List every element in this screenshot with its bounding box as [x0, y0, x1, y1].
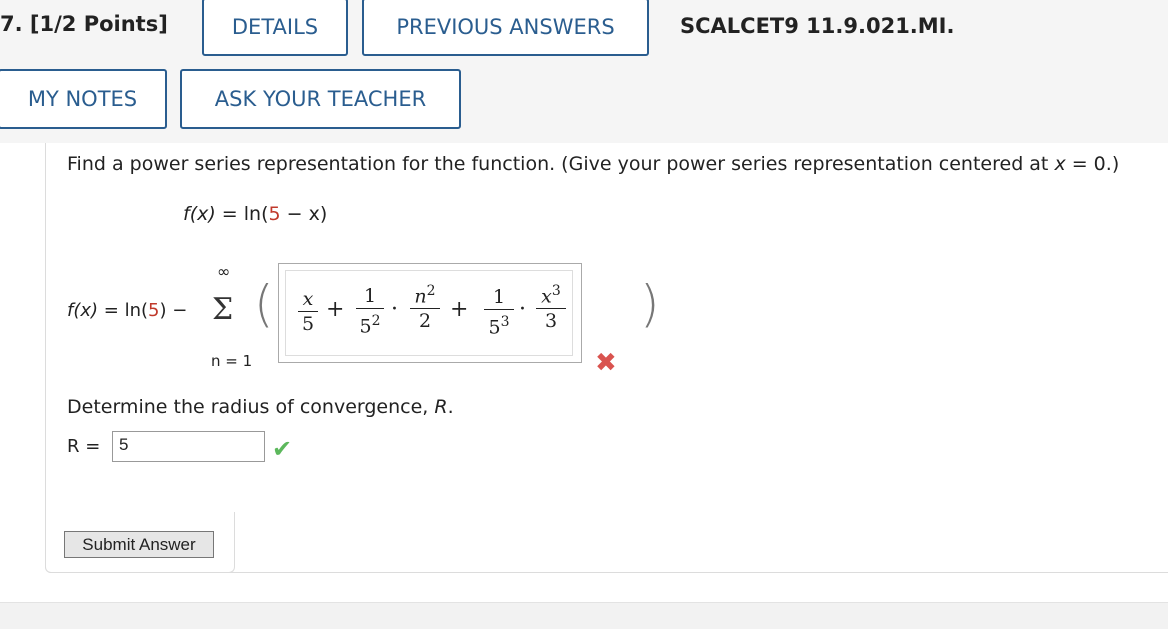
problem-code: SCALCET9 11.9.021.MI.	[680, 14, 955, 38]
radius-prompt: Determine the radius of convergence, R.	[67, 396, 454, 418]
term3-den-base: 5	[488, 316, 501, 339]
previous-answers-button[interactable]: PREVIOUS ANSWERS	[362, 0, 649, 56]
function-tail: − x)	[280, 203, 328, 225]
term1-fraction: x 5	[298, 288, 318, 335]
term2-den-exp: 2	[371, 313, 381, 329]
term2b-den: 2	[418, 310, 432, 333]
series-const: 5	[148, 300, 160, 321]
right-paren: )	[640, 275, 660, 333]
plus-sign: +	[326, 297, 345, 322]
term3b-num: x3	[536, 280, 566, 307]
checkmark-icon: ✔	[272, 435, 293, 463]
term2-fraction: 1 52	[356, 285, 384, 337]
question-prompt: Find a power series representation for t…	[67, 153, 1119, 175]
question-header: 7. [1/2 Points] DETAILS PREVIOUS ANSWERS…	[0, 0, 1168, 143]
plus-sign: +	[450, 297, 469, 322]
series-tail: ) −	[159, 300, 188, 321]
fraction-bar	[356, 308, 384, 309]
function-const: 5	[268, 203, 281, 225]
term2b-num-base: n	[414, 285, 427, 308]
series-lhs-f: f(x)	[67, 300, 99, 321]
term1-den: 5	[301, 313, 315, 335]
sum-lower-limit: n = 1	[211, 352, 253, 370]
term3-den-exp: 3	[500, 314, 510, 330]
radius-label: R =	[67, 436, 101, 457]
term3-fraction: 1 53	[484, 286, 514, 338]
submit-answer-button[interactable]: Submit Answer	[64, 531, 214, 558]
function-eq: = ln(	[215, 203, 269, 225]
dot-sign: ·	[391, 297, 398, 322]
ask-teacher-button[interactable]: ASK YOUR TEACHER	[180, 69, 461, 129]
function-definition: f(x) = ln(5 − x)	[183, 203, 327, 225]
series-eq: = ln(	[98, 300, 149, 321]
term2-den: 52	[356, 310, 384, 337]
term2-num: 1	[363, 285, 377, 307]
term2-den-base: 5	[359, 315, 372, 338]
radius-prompt-text: Determine the radius of convergence,	[67, 396, 435, 418]
my-notes-button[interactable]: MY NOTES	[0, 69, 167, 129]
footer-bar	[0, 602, 1168, 629]
prompt-text-pre: Find a power series representation for t…	[67, 153, 1055, 175]
question-number: 7. [1/2 Points]	[0, 12, 168, 36]
series-lhs: f(x) = ln(5) −	[67, 300, 187, 321]
fraction-bar	[298, 311, 318, 312]
sigma-icon: Σ	[212, 292, 234, 327]
term3b-den: 3	[544, 310, 558, 333]
sum-upper-limit: ∞	[217, 262, 231, 281]
fraction-bar	[484, 309, 514, 310]
left-paren: (	[254, 275, 274, 333]
radius-input[interactable]: 5	[112, 431, 265, 462]
term3b-num-base: x	[541, 285, 552, 308]
function-lhs: f(x)	[183, 203, 216, 225]
prompt-text-post: = 0.)	[1065, 153, 1120, 175]
term1-num: x	[302, 288, 314, 310]
x-mark-icon: ✖	[595, 348, 617, 378]
dot-sign: ·	[519, 297, 526, 322]
fraction-bar	[536, 308, 566, 310]
term3b-num-exp: 3	[551, 283, 561, 299]
term2b-num-exp: 2	[426, 283, 436, 299]
radius-prompt-var: R	[434, 396, 448, 418]
fraction-bar	[410, 308, 440, 310]
term3-num: 1	[492, 286, 506, 308]
radius-prompt-end: .	[447, 396, 454, 418]
term2b-num: n2	[410, 280, 440, 307]
term2b-fraction: n2 2	[410, 280, 440, 332]
prompt-var: x	[1054, 153, 1066, 175]
term3b-fraction: x3 3	[536, 280, 566, 332]
term3-den: 53	[484, 311, 514, 338]
details-button[interactable]: DETAILS	[202, 0, 348, 56]
